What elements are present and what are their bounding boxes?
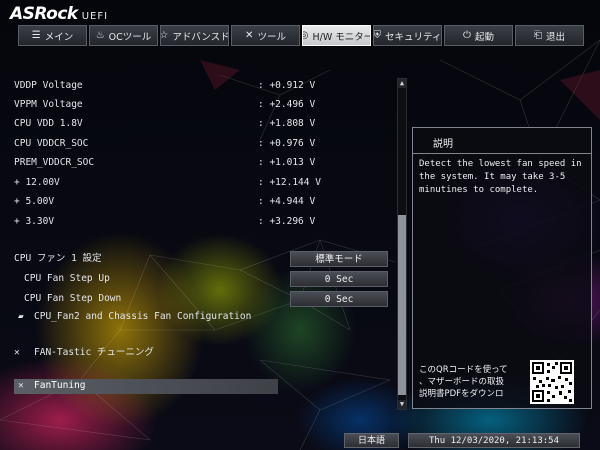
asrock-logo: ASRock UEFI — [10, 4, 108, 24]
language-select[interactable]: 日本語 — [344, 433, 399, 448]
tab-hw-monitor[interactable]: ◎ H/W モニター — [302, 25, 371, 46]
tab-tool[interactable]: ✕ ツール — [231, 25, 300, 46]
voltage-value: : +1.013 V — [258, 157, 316, 168]
main-tab-bar: ☰メイン ♨OCツール ☆アドバンスド ✕ツール ◎ H/W モニター ⛨セキュリ… — [18, 25, 584, 46]
voltage-label: + 5.00V — [14, 196, 55, 207]
tab-oc-tweaker[interactable]: ♨ OCツール — [89, 25, 158, 46]
monitor-icon: ◎ — [303, 30, 308, 41]
voltage-label: + 12.00V — [14, 177, 60, 188]
folder-icon: ▰ — [18, 311, 24, 322]
qr-caption: このQRコードを使って 、マザーボードの取扱 説明書PDFをダウンロ — [419, 365, 508, 399]
brand-name: ASRock — [10, 4, 78, 24]
scroll-up-arrow-icon[interactable]: ▲ — [398, 79, 406, 88]
cpu-fan-step-up-select[interactable]: 0 Sec — [290, 271, 388, 287]
uefi-label: UEFI — [81, 11, 109, 22]
voltage-value: : +1.808 V — [258, 118, 316, 129]
tab-label: セキュリティ — [385, 31, 442, 43]
voltage-value: : +4.944 V — [258, 196, 316, 207]
voltage-value: : +2.496 V — [258, 99, 316, 110]
voltage-value: : +0.976 V — [258, 138, 316, 149]
flame-icon: ♨ — [95, 29, 105, 41]
description-text: Detect the lowest fan speed in the syste… — [419, 159, 582, 195]
tab-label: ツール — [257, 31, 286, 43]
tab-label: H/W モニター — [312, 31, 371, 43]
scroll-down-arrow-icon[interactable]: ▼ — [398, 400, 406, 409]
star-icon: ☆ — [160, 29, 169, 41]
tab-label: アドバンスド — [172, 31, 229, 43]
voltage-label: VDDP Voltage — [14, 80, 83, 91]
shield-icon: ⛨ — [373, 29, 382, 41]
tab-label: 退出 — [545, 31, 565, 43]
tab-boot[interactable]: ⏻ 起動 — [444, 25, 513, 46]
tab-exit[interactable]: ⎗ 退出 — [515, 25, 584, 46]
voltage-label: CPU VDDCR_SOC — [14, 138, 89, 149]
voltage-label: CPU VDD 1.8V — [14, 118, 83, 129]
description-panel: 説明 Detect the lowest fan speed in the sy… — [412, 127, 592, 409]
cpu-fan-step-down-select[interactable]: 0 Sec — [290, 291, 388, 307]
voltage-value: : +0.912 V — [258, 80, 316, 91]
fan-tastic-tuning-label: FAN-Tastic チューニング — [34, 347, 154, 358]
tab-security[interactable]: ⛨ セキュリティ — [373, 25, 442, 46]
voltage-label: PREM_VDDCR_SOC — [14, 157, 95, 168]
fan-tuning-label: FanTuning — [34, 380, 86, 391]
exit-icon: ⎗ — [533, 29, 542, 41]
cpu-fan-step-down-label: CPU Fan Step Down — [24, 293, 122, 304]
wrench-icon: ✕ — [18, 380, 24, 391]
scrollbar-thumb[interactable] — [398, 215, 406, 395]
cpu-fan-step-up-label: CPU Fan Step Up — [24, 273, 110, 284]
settings-list: VDDP Voltage : +0.912 V VPPM Voltage : +… — [0, 73, 395, 403]
scrollbar[interactable]: ▲ ▼ — [397, 78, 407, 410]
voltage-label: + 3.30V — [14, 216, 55, 227]
voltage-label: VPPM Voltage — [14, 99, 83, 110]
cpu-fan1-setting-select[interactable]: 標準モード — [290, 251, 388, 267]
tab-label: メイン — [44, 31, 74, 43]
qr-code-image — [530, 360, 574, 404]
voltage-value: : +3.296 V — [258, 216, 316, 227]
tab-advanced[interactable]: ☆ アドバンスド — [160, 25, 229, 46]
description-title: 説明 — [433, 139, 453, 150]
description-header: 説明 — [413, 128, 591, 154]
tab-label: OCツール — [108, 31, 152, 43]
chassis-fan-config-label: CPU_Fan2 and Chassis Fan Configuration — [34, 311, 252, 322]
power-icon: ⏻ — [463, 29, 471, 41]
cpu-fan1-setting-label: CPU ファン 1 設定 — [14, 253, 102, 264]
tab-main[interactable]: ☰ メイン — [18, 25, 87, 46]
wrench-icon: ✕ — [14, 347, 20, 358]
date-time-display: Thu 12/03/2020, 21:13:54 — [408, 433, 580, 448]
tools-icon: ✕ — [245, 29, 254, 41]
list-icon: ☰ — [31, 29, 41, 41]
tab-label: 起動 — [474, 31, 494, 43]
voltage-value: : +12.144 V — [258, 177, 321, 188]
